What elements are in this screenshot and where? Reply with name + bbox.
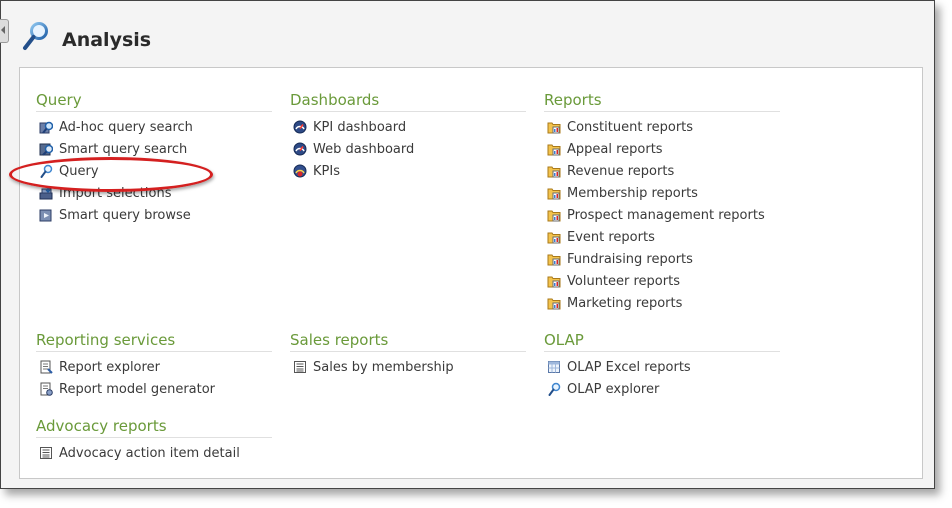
browse-icon xyxy=(39,209,52,222)
section-title: Advocacy reports xyxy=(36,417,272,438)
link-revenue-reports[interactable]: Revenue reports xyxy=(544,160,780,182)
section-advocacy-reports: Advocacy reports Advocacy action item de… xyxy=(36,417,272,464)
link-label: Ad-hoc query search xyxy=(59,119,193,135)
folder-report-icon xyxy=(547,276,561,288)
section-title: Query xyxy=(36,91,272,112)
link-volunteer-reports[interactable]: Volunteer reports xyxy=(544,270,780,292)
link-smart-query-search[interactable]: Smart query search xyxy=(36,138,272,160)
analysis-panel: Query Ad-hoc query search Smart query sea… xyxy=(19,67,923,479)
folder-report-icon xyxy=(547,298,561,310)
link-import-selections[interactable]: Import selections xyxy=(36,182,272,204)
link-label: Import selections xyxy=(59,185,172,201)
link-marketing-reports[interactable]: Marketing reports xyxy=(544,292,780,314)
section-olap: OLAP OLAP Excel reports OLAP explorer xyxy=(544,331,780,400)
folder-report-icon xyxy=(547,210,561,222)
link-label: Sales by membership xyxy=(313,359,454,375)
link-label: Prospect management reports xyxy=(567,207,765,223)
analysis-window: Analysis Query Ad-hoc query search Smart … xyxy=(0,0,935,489)
magnifier-icon xyxy=(40,164,53,178)
section-title: Dashboards xyxy=(290,91,526,112)
link-label: Appeal reports xyxy=(567,141,663,157)
section-reporting-services: Reporting services Report explorer Report… xyxy=(36,331,272,400)
link-report-model-generator[interactable]: Report model generator xyxy=(36,378,272,400)
folder-report-icon xyxy=(547,144,561,156)
link-label: Membership reports xyxy=(567,185,698,201)
link-smart-query-browse[interactable]: Smart query browse xyxy=(36,204,272,226)
folder-report-icon xyxy=(547,188,561,200)
import-icon xyxy=(39,187,53,200)
link-membership-reports[interactable]: Membership reports xyxy=(544,182,780,204)
folder-report-icon xyxy=(547,122,561,134)
link-prospect-management-reports[interactable]: Prospect management reports xyxy=(544,204,780,226)
link-label: Fundraising reports xyxy=(567,251,693,267)
magnifier-icon xyxy=(23,22,48,50)
section-title: OLAP xyxy=(544,331,780,352)
folder-report-icon xyxy=(547,232,561,244)
section-title: Sales reports xyxy=(290,331,526,352)
link-kpis[interactable]: KPIs xyxy=(290,160,526,182)
link-label: KPIs xyxy=(313,163,340,179)
link-label: Volunteer reports xyxy=(567,273,680,289)
page-title: Analysis xyxy=(62,29,152,51)
section-sales-reports: Sales reports Sales by membership xyxy=(290,331,526,378)
link-label: Marketing reports xyxy=(567,295,683,311)
adhoc-query-icon xyxy=(39,121,53,134)
collapse-handle[interactable] xyxy=(0,19,9,43)
folder-report-icon xyxy=(547,254,561,266)
section-title: Reporting services xyxy=(36,331,272,352)
section-query: Query Ad-hoc query search Smart query sea… xyxy=(36,91,272,226)
folder-report-icon xyxy=(547,166,561,178)
excel-sheet-icon xyxy=(548,361,560,373)
link-sales-by-membership[interactable]: Sales by membership xyxy=(290,356,526,378)
link-appeal-reports[interactable]: Appeal reports xyxy=(544,138,780,160)
link-label: Advocacy action item detail xyxy=(59,445,240,461)
link-label: KPI dashboard xyxy=(313,119,407,135)
link-constituent-reports[interactable]: Constituent reports xyxy=(544,116,780,138)
section-reports: Reports Constituent reports Appeal report… xyxy=(544,91,780,314)
link-olap-excel-reports[interactable]: OLAP Excel reports xyxy=(544,356,780,378)
link-label: Smart query search xyxy=(59,141,188,157)
link-label: Event reports xyxy=(567,229,655,245)
kpi-gauge-icon xyxy=(293,164,307,178)
link-label: Query xyxy=(59,163,99,179)
link-label: Report model generator xyxy=(59,381,216,397)
link-kpi-dashboard[interactable]: KPI dashboard xyxy=(290,116,526,138)
link-report-explorer[interactable]: Report explorer xyxy=(36,356,272,378)
document-list-icon xyxy=(40,447,52,459)
magnifier-icon xyxy=(548,382,561,396)
link-label: OLAP Excel reports xyxy=(567,359,691,375)
link-label: Web dashboard xyxy=(313,141,415,157)
link-web-dashboard[interactable]: Web dashboard xyxy=(290,138,526,160)
link-label: Smart query browse xyxy=(59,207,191,223)
dashboard-gauge-icon xyxy=(293,120,307,134)
link-advocacy-action-item-detail[interactable]: Advocacy action item detail xyxy=(36,442,272,464)
link-olap-explorer[interactable]: OLAP explorer xyxy=(544,378,780,400)
section-title: Reports xyxy=(544,91,780,112)
link-label: Report explorer xyxy=(59,359,160,375)
model-generator-icon xyxy=(40,382,53,396)
link-event-reports[interactable]: Event reports xyxy=(544,226,780,248)
document-list-icon xyxy=(294,361,306,373)
dashboard-gauge-icon xyxy=(293,142,307,156)
link-query[interactable]: Query xyxy=(36,160,272,182)
link-ad-hoc-query-search[interactable]: Ad-hoc query search xyxy=(36,116,272,138)
report-explorer-icon xyxy=(40,360,53,374)
section-dashboards: Dashboards KPI dashboard Web dashboard KPI… xyxy=(290,91,526,182)
link-label: Revenue reports xyxy=(567,163,675,179)
link-label: OLAP explorer xyxy=(567,381,660,397)
smart-query-icon xyxy=(39,143,53,156)
link-label: Constituent reports xyxy=(567,119,694,135)
link-fundraising-reports[interactable]: Fundraising reports xyxy=(544,248,780,270)
